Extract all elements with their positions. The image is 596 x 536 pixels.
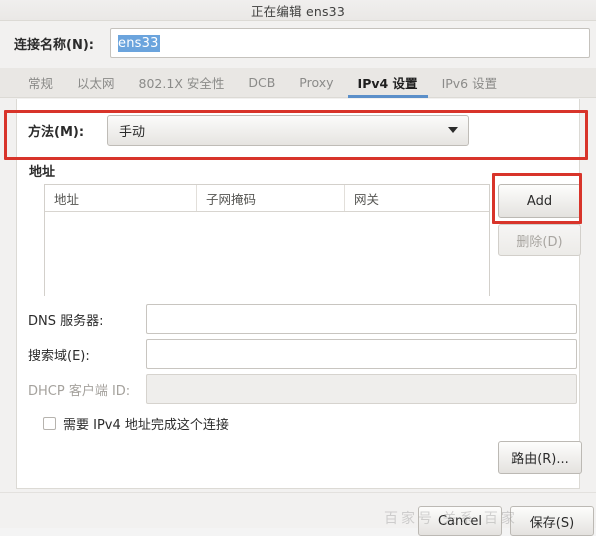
dhcp-client-id-input [146, 374, 577, 404]
dialog-footer: Cancel 保存(S) [0, 492, 596, 536]
ipv4-settings-panel: 方法(M): 手动 地址 地址 子网掩码 网关 Add 删除(D) DNS 服务… [16, 99, 582, 489]
connection-name-row: 连接名称(N): ens33 [0, 22, 596, 64]
addresses-table-header: 地址 子网掩码 网关 [45, 185, 489, 212]
method-value: 手动 [119, 124, 146, 140]
dhcp-client-id-row: DHCP 客户端 ID: [17, 374, 581, 404]
column-header-gateway: 网关 [354, 191, 380, 207]
tab-dcb[interactable]: DCB [236, 68, 287, 97]
require-ipv4-checkbox[interactable] [43, 417, 56, 430]
titlebar: 正在编辑 ens33 [0, 0, 596, 21]
chevron-down-icon [448, 127, 458, 133]
add-address-button[interactable]: Add [498, 184, 581, 218]
require-ipv4-label: 需要 IPv4 地址完成这个连接 [63, 418, 229, 433]
addresses-section-title: 地址 [29, 165, 56, 180]
method-row: 方法(M): 手动 [17, 111, 581, 149]
column-header-address: 地址 [45, 185, 197, 211]
tab-ethernet[interactable]: 以太网 [65, 68, 127, 97]
edit-connection-dialog: 正在编辑 ens33 连接名称(N): ens33 常规 以太网 802.1X … [0, 0, 596, 536]
tab-ipv6[interactable]: IPv6 设置 [430, 68, 510, 97]
method-dropdown[interactable]: 手动 [107, 114, 469, 146]
tab-bar: 常规 以太网 802.1X 安全性 DCB Proxy IPv4 设置 IPv6… [0, 68, 596, 98]
connection-name-label: 连接名称(N): [14, 37, 94, 53]
search-domains-input[interactable] [146, 339, 577, 369]
window-title: 正在编辑 ens33 [250, 3, 345, 19]
tab-general[interactable]: 常规 [16, 68, 65, 97]
addresses-table[interactable]: 地址 子网掩码 网关 [44, 184, 490, 296]
dns-servers-row: DNS 服务器: [17, 304, 581, 334]
search-domains-row: 搜索域(E): [17, 339, 581, 369]
connection-name-input[interactable]: ens33 [110, 28, 590, 58]
require-ipv4-row[interactable]: 需要 IPv4 地址完成这个连接 [43, 414, 229, 433]
dns-servers-label: DNS 服务器: [28, 313, 104, 329]
tab-ipv4[interactable]: IPv4 设置 [346, 68, 430, 98]
search-domains-label: 搜索域(E): [28, 348, 90, 364]
dhcp-client-id-label: DHCP 客户端 ID: [28, 383, 131, 399]
tab-8021x[interactable]: 802.1X 安全性 [127, 68, 237, 97]
dns-servers-input[interactable] [146, 304, 577, 334]
delete-address-button: 删除(D) [498, 224, 581, 256]
addresses-table-body [45, 212, 489, 296]
cancel-button[interactable]: Cancel [418, 506, 502, 536]
column-header-netmask: 子网掩码 [197, 185, 345, 211]
save-button[interactable]: 保存(S) [510, 506, 594, 536]
method-label: 方法(M): [28, 124, 85, 140]
tab-proxy[interactable]: Proxy [287, 68, 345, 97]
routes-button[interactable]: 路由(R)... [498, 441, 582, 474]
connection-name-value: ens33 [118, 34, 160, 52]
